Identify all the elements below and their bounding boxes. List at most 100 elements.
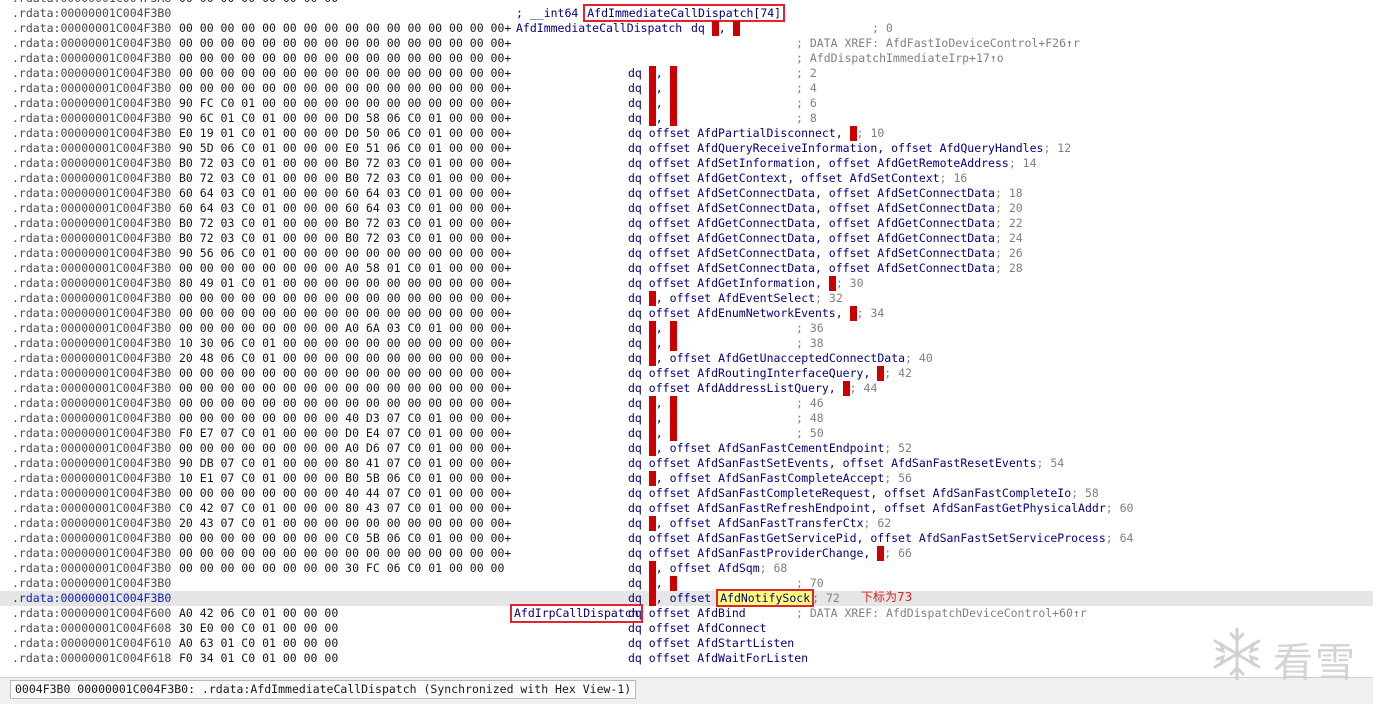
line-address[interactable]: .rdata:00000001C004F3B0 — [12, 6, 171, 21]
zero-operand[interactable]: 0 — [849, 126, 857, 141]
line-address[interactable]: .rdata:00000001C004F618 — [12, 651, 171, 666]
listing-line[interactable]: .rdata:00000001C004F3B0 00 00 00 00 00 00… — [0, 21, 1373, 36]
line-address[interactable]: .rdata:00000001C004F600 — [12, 606, 171, 621]
afd-notify-sock-highlight[interactable]: AfdNotifySock — [716, 589, 815, 607]
listing-line[interactable]: .rdata:00000001C004F618 F0 34 01 C0 01 00… — [0, 651, 1373, 666]
listing-line[interactable]: .rdata:00000001C004F3B0 60 64 03 C0 01 00… — [0, 201, 1373, 216]
listing-line[interactable]: .rdata:00000001C004F610 A0 63 01 C0 01 00… — [0, 636, 1373, 651]
zero-operand[interactable]: 0 — [842, 381, 850, 396]
zero-operand[interactable]: 0 — [648, 576, 656, 591]
listing-line[interactable]: .rdata:00000001C004F3B0 ; __int64 AfdImme… — [0, 4, 1373, 22]
line-address[interactable]: .rdata:00000001C004F3B0 — [12, 336, 171, 351]
listing-line[interactable]: .rdata:00000001C004F3B0 B0 72 03 C0 01 00… — [0, 171, 1373, 186]
line-address[interactable]: .rdata:00000001C004F3B0 — [12, 276, 171, 291]
zero-operand[interactable]: 0 — [648, 291, 656, 306]
listing-line[interactable]: .rdata:00000001C004F3B0 00 00 00 00 00 00… — [0, 486, 1373, 501]
zero-operand[interactable]: 0 — [849, 306, 857, 321]
listing-line[interactable]: .rdata:00000001C004F3B0 10 30 06 C0 01 00… — [0, 336, 1373, 351]
line-address[interactable]: .rdata:00000001C004F3B0 — [12, 531, 171, 546]
zero-operand[interactable]: 0 — [648, 591, 656, 606]
line-address[interactable]: .rdata:00000001C004F610 — [12, 636, 171, 651]
listing-line[interactable]: .rdata:00000001C004F3B0 F0 E7 07 C0 01 00… — [0, 426, 1373, 441]
listing-line[interactable]: .rdata:00000001C004F3B0 00 00 00 00 00 00… — [0, 381, 1373, 396]
zero-operand[interactable]: 0 — [669, 411, 677, 426]
listing-line[interactable]: .rdata:00000001C004F3B0 00 00 00 00 00 00… — [0, 321, 1373, 336]
zero-operand[interactable]: 0 — [711, 21, 719, 36]
line-address[interactable]: .rdata:00000001C004F3B0 — [12, 186, 171, 201]
line-address[interactable]: .rdata:00000001C004F3B0 — [12, 501, 171, 516]
zero-operand[interactable]: 0 — [669, 66, 677, 81]
listing-line[interactable]: .rdata:00000001C004F3B0 00 00 00 00 00 00… — [0, 261, 1373, 276]
line-address[interactable]: .rdata:00000001C004F608 — [12, 621, 171, 636]
listing-line[interactable]: .rdata:00000001C004F3B0 00 00 00 00 00 00… — [0, 561, 1373, 576]
zero-operand[interactable]: 0 — [669, 321, 677, 336]
zero-operand[interactable]: 0 — [648, 66, 656, 81]
line-address[interactable]: .rdata:00000001C004F3B0 — [12, 291, 171, 306]
listing-line[interactable]: .rdata:00000001C004F3B0 00 00 00 00 00 00… — [0, 51, 1373, 66]
line-address[interactable]: .rdata:00000001C004F3B0 — [12, 306, 171, 321]
listing-line[interactable]: .rdata:00000001C004F3B0 00 00 00 00 00 00… — [0, 366, 1373, 381]
zero-operand[interactable]: 0 — [648, 81, 656, 96]
listing-line[interactable]: .rdata:00000001C004F3B0 00 00 00 00 00 00… — [0, 531, 1373, 546]
listing-line[interactable]: .rdata:00000001C004F3B0 00 00 00 00 00 00… — [0, 411, 1373, 426]
irp-dispatch-label[interactable]: AfdIrpCallDispatch — [510, 604, 643, 623]
zero-operand[interactable]: 0 — [669, 111, 677, 126]
listing-line[interactable]: .rdata:00000001C004F3B0 00 00 00 00 00 00… — [0, 66, 1373, 81]
zero-operand[interactable]: 0 — [828, 276, 836, 291]
line-address[interactable]: .rdata:00000001C004F3B0 — [12, 591, 171, 606]
line-address[interactable]: .rdata:00000001C004F3B0 — [12, 426, 171, 441]
table-label[interactable]: AfdImmediateCallDispatch — [516, 21, 682, 36]
zero-operand[interactable]: 0 — [648, 396, 656, 411]
zero-operand[interactable]: 0 — [648, 441, 656, 456]
listing-line[interactable]: .rdata:00000001C004F3B0 90 56 06 C0 01 00… — [0, 246, 1373, 261]
listing-line[interactable]: .rdata:00000001C004F3B0 B0 72 03 C0 01 00… — [0, 156, 1373, 171]
listing-line[interactable]: .rdata:00000001C004F3B0 B0 72 03 C0 01 00… — [0, 216, 1373, 231]
listing-line[interactable]: .rdata:00000001C004F600 A0 42 06 C0 01 00… — [0, 604, 1373, 623]
line-address[interactable]: .rdata:00000001C004F3B0 — [12, 21, 171, 36]
line-address[interactable]: .rdata:00000001C004F3B0 — [12, 366, 171, 381]
line-address[interactable]: .rdata:00000001C004F3B0 — [12, 216, 171, 231]
line-address[interactable]: .rdata:00000001C004F3B0 — [12, 81, 171, 96]
listing-line[interactable]: .rdata:00000001C004F3B0 B0 72 03 C0 01 00… — [0, 231, 1373, 246]
line-address[interactable]: .rdata:00000001C004F3B0 — [12, 321, 171, 336]
line-address[interactable]: .rdata:00000001C004F3B0 — [12, 51, 171, 66]
line-address[interactable]: .rdata:00000001C004F3B0 — [12, 441, 171, 456]
zero-operand[interactable]: 0 — [648, 321, 656, 336]
zero-operand[interactable]: 0 — [648, 471, 656, 486]
line-address[interactable]: .rdata:00000001C004F3B0 — [12, 171, 171, 186]
listing-line[interactable]: .rdata:00000001C004F3B0 00 00 00 00 00 00… — [0, 81, 1373, 96]
zero-operand[interactable]: 0 — [669, 576, 677, 591]
array-name-highlight[interactable]: AfdImmediateCallDispatch[74] — [583, 4, 786, 22]
data-xref-comment[interactable]: ; DATA XREF: AfdFastIoDeviceControl+F26↑… — [796, 36, 1080, 51]
zero-operand[interactable]: 0 — [648, 411, 656, 426]
line-address[interactable]: .rdata:00000001C004F3B0 — [12, 411, 171, 426]
listing-line[interactable]: .rdata:00000001C004F3B0 00 00 00 00 00 00… — [0, 396, 1373, 411]
line-address[interactable]: .rdata:00000001C004F3B0 — [12, 456, 171, 471]
listing-line[interactable]: .rdata:00000001C004F3B0 10 E1 07 C0 01 00… — [0, 471, 1373, 486]
listing-line[interactable]: .rdata:00000001C004F3B0 C0 42 07 C0 01 00… — [0, 501, 1373, 516]
data-xref-comment[interactable]: ; DATA XREF: AfdDispatchDeviceControl+60… — [796, 606, 1087, 621]
listing-line[interactable]: .rdata:00000001C004F3B0 00 00 00 00 00 00… — [0, 291, 1373, 306]
listing-line[interactable]: .rdata:00000001C004F3B0 dq 0, offset AfdN… — [0, 589, 1373, 607]
line-address[interactable]: .rdata:00000001C004F3B0 — [12, 576, 171, 591]
line-address[interactable]: .rdata:00000001C004F3B0 — [12, 246, 171, 261]
line-address[interactable]: .rdata:00000001C004F3B0 — [12, 381, 171, 396]
line-address[interactable]: .rdata:00000001C004F3B0 — [12, 156, 171, 171]
listing-line[interactable]: .rdata:00000001C004F3B0 20 48 06 C0 01 00… — [0, 351, 1373, 366]
zero-operand[interactable]: 0 — [648, 426, 656, 441]
zero-operand[interactable]: 0 — [669, 426, 677, 441]
line-address[interactable]: .rdata:00000001C004F3B0 — [12, 546, 171, 561]
zero-operand[interactable]: 0 — [648, 111, 656, 126]
listing-line[interactable]: .rdata:00000001C004F3B0 90 DB 07 C0 01 00… — [0, 456, 1373, 471]
listing-line[interactable]: .rdata:00000001C004F3B0 00 00 00 00 00 00… — [0, 306, 1373, 321]
line-address[interactable]: .rdata:00000001C004F3B0 — [12, 231, 171, 246]
line-address[interactable]: .rdata:00000001C004F3B0 — [12, 351, 171, 366]
zero-operand[interactable]: 0 — [648, 561, 656, 576]
listing-line[interactable]: .rdata:00000001C004F608 30 E0 00 C0 01 00… — [0, 621, 1373, 636]
listing-line[interactable]: .rdata:00000001C004F3B0 90 5D 06 C0 01 00… — [0, 141, 1373, 156]
zero-operand[interactable]: 0 — [669, 96, 677, 111]
listing-line[interactable]: .rdata:00000001C004F3B0 90 FC C0 01 00 00… — [0, 96, 1373, 111]
line-address[interactable]: .rdata:00000001C004F3B0 — [12, 486, 171, 501]
line-address[interactable]: .rdata:00000001C004F3B0 — [12, 261, 171, 276]
zero-operand[interactable]: 0 — [648, 96, 656, 111]
